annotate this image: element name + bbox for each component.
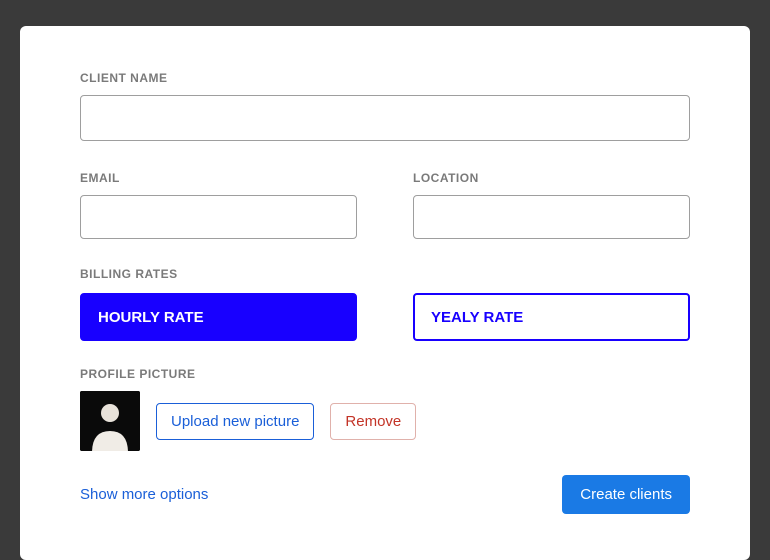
billing-rates-label: BILLING RATES xyxy=(80,267,690,281)
yearly-rate-button[interactable]: YEALY RATE xyxy=(413,293,690,341)
create-clients-label: Create clients xyxy=(580,486,672,503)
upload-picture-label: Upload new picture xyxy=(171,413,299,430)
profile-picture-label: PROFILE PICTURE xyxy=(80,367,690,381)
profile-picture-section: PROFILE PICTURE Upload new picture Remov… xyxy=(80,367,690,451)
avatar-image-icon xyxy=(80,391,140,451)
billing-rate-options: HOURLY RATE YEALY RATE xyxy=(80,293,690,341)
yearly-rate-label: YEALY RATE xyxy=(431,309,523,326)
remove-picture-button[interactable]: Remove xyxy=(330,403,416,440)
show-more-options-link[interactable]: Show more options xyxy=(80,486,208,503)
client-name-input[interactable] xyxy=(80,95,690,141)
profile-picture-row: Upload new picture Remove xyxy=(80,391,690,451)
hourly-rate-label: HOURLY RATE xyxy=(98,309,204,326)
location-label: LOCATION xyxy=(413,171,690,185)
upload-picture-button[interactable]: Upload new picture xyxy=(156,403,314,440)
client-form-card: CLIENT NAME EMAIL LOCATION BILLING RATES… xyxy=(20,26,750,560)
client-name-field: CLIENT NAME xyxy=(80,71,690,141)
location-input[interactable] xyxy=(413,195,690,239)
client-name-label: CLIENT NAME xyxy=(80,71,690,85)
remove-picture-label: Remove xyxy=(345,413,401,430)
email-field: EMAIL xyxy=(80,171,357,239)
hourly-rate-button[interactable]: HOURLY RATE xyxy=(80,293,357,341)
form-footer: Show more options Create clients xyxy=(80,475,690,514)
create-clients-button[interactable]: Create clients xyxy=(562,475,690,514)
email-label: EMAIL xyxy=(80,171,357,185)
email-input[interactable] xyxy=(80,195,357,239)
location-field: LOCATION xyxy=(413,171,690,239)
email-location-row: EMAIL LOCATION xyxy=(80,171,690,239)
profile-avatar xyxy=(80,391,140,451)
billing-rates-section: BILLING RATES HOURLY RATE YEALY RATE xyxy=(80,267,690,341)
